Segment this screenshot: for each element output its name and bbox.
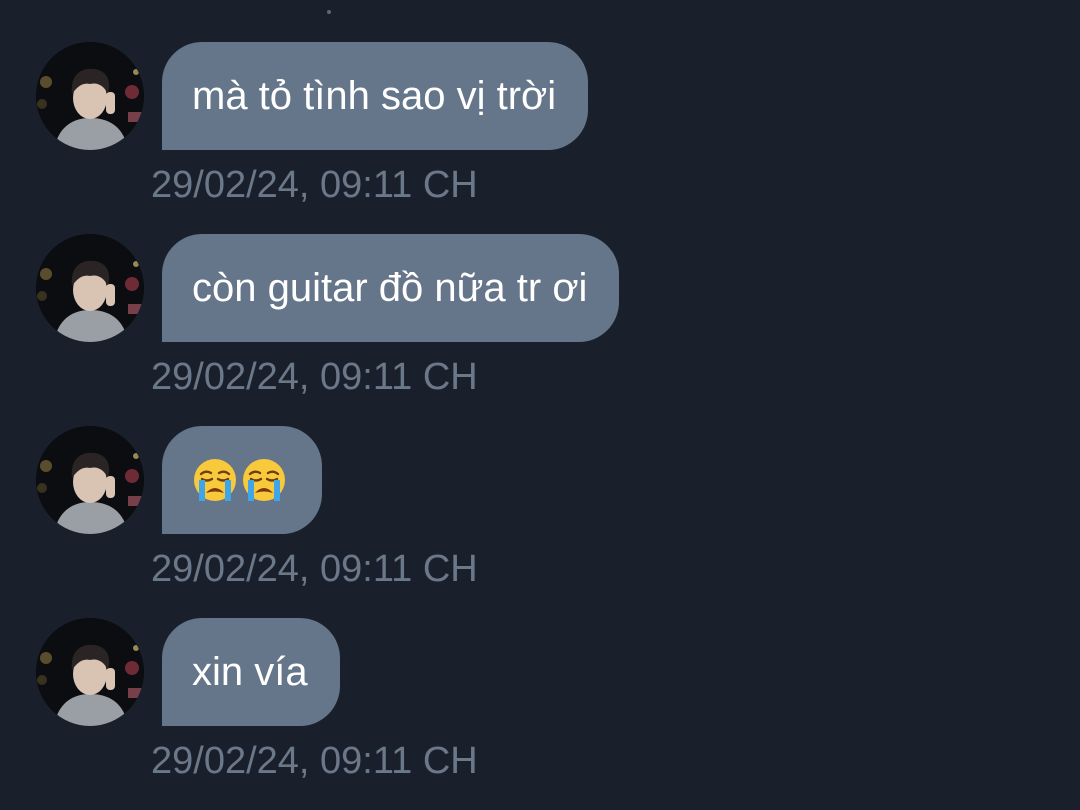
avatar[interactable] [36,618,144,726]
message-thread[interactable]: mà tỏ tình sao vị trời 29/02/24, 09:11 C… [0,42,1080,810]
avatar[interactable] [36,426,144,534]
message-timestamp: 29/02/24, 09:11 CH [151,164,478,206]
message-timestamp: 29/02/24, 09:11 CH [151,356,478,398]
message-timestamp: 29/02/24, 09:11 CH [151,740,478,782]
message-text: còn guitar đồ nữa tr ơi [192,266,588,310]
message-bubble[interactable] [162,426,322,534]
avatar[interactable] [36,42,144,150]
message-text: mà tỏ tình sao vị trời [192,74,557,118]
message-group: 29/02/24, 09:11 CH [0,426,1080,618]
message-bubble[interactable]: mà tỏ tình sao vị trời [162,42,589,150]
message-group: còn guitar đồ nữa tr ơi 29/02/24, 09:11 … [0,234,1080,426]
message-bubble[interactable]: xin vía [162,618,340,726]
message-group: xin vía 29/02/24, 09:11 CH [0,618,1080,810]
loudly-crying-face-icon [241,457,287,503]
message-group: mà tỏ tình sao vị trời 29/02/24, 09:11 C… [0,42,1080,234]
message-bubble[interactable]: còn guitar đồ nữa tr ơi [162,234,620,342]
loudly-crying-face-icon [192,457,238,503]
message-text: xin vía [192,650,308,694]
message-timestamp: 29/02/24, 09:11 CH [151,548,478,590]
avatar[interactable] [36,234,144,342]
scroll-indicator-dot [327,10,331,14]
